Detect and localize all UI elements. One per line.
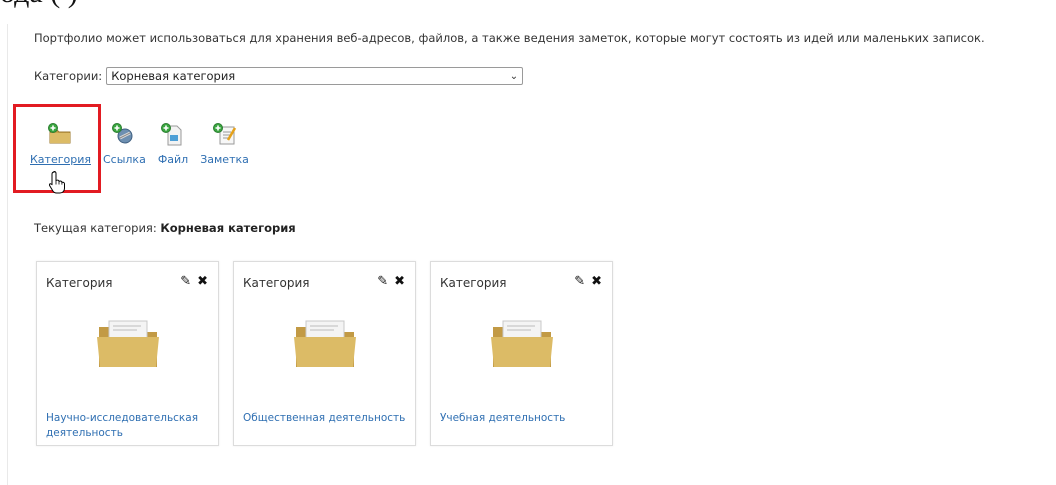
category-link[interactable]: Учебная деятельность — [440, 411, 610, 426]
card-type-label: Категория — [46, 276, 113, 290]
card-tools: ✎ ✖ — [174, 274, 208, 289]
category-link[interactable]: Общественная деятельность — [243, 411, 413, 426]
edit-pencil-icon[interactable]: ✎ — [574, 274, 585, 289]
current-category-value: Корневая категория — [160, 221, 296, 235]
category-select-value: Корневая категория — [111, 69, 236, 83]
add-folder-icon — [48, 123, 71, 144]
category-selector-row: Категории: Корневая категория ⌄ — [34, 67, 524, 85]
hand-cursor-icon — [49, 170, 65, 194]
left-divider — [7, 24, 8, 485]
add-category-button[interactable]: Категория — [30, 122, 91, 166]
folder-icon — [491, 320, 553, 367]
add-note-button[interactable]: Заметка — [200, 122, 249, 166]
folder-icon — [294, 320, 356, 367]
card-tools: ✎ ✖ — [371, 274, 405, 289]
category-card: Категория ✎ ✖ Учебная деятельность — [430, 261, 613, 446]
delete-x-icon[interactable]: ✖ — [197, 274, 208, 289]
page-heading-fragment: ода ( ) — [0, 0, 1056, 12]
add-note-icon — [212, 123, 236, 145]
edit-pencil-icon[interactable]: ✎ — [180, 274, 191, 289]
card-tools: ✎ ✖ — [568, 274, 602, 289]
action-label: Ссылка — [102, 153, 146, 166]
category-card: Категория ✎ ✖ Общественная деятельность — [233, 261, 416, 446]
category-label: Категории: — [34, 69, 103, 83]
add-link-button[interactable]: Ссылка — [103, 122, 146, 166]
action-label: Файл — [157, 153, 189, 166]
add-link-icon — [112, 123, 133, 144]
category-cards: Категория ✎ ✖ Научно-исследовательская д… — [36, 261, 627, 446]
delete-x-icon[interactable]: ✖ — [394, 274, 405, 289]
category-card: Категория ✎ ✖ Научно-исследовательская д… — [36, 261, 219, 446]
add-file-button[interactable]: Файл — [158, 122, 188, 166]
category-select[interactable]: Корневая категория ⌄ — [106, 67, 524, 85]
action-label: Заметка — [200, 153, 249, 166]
category-link[interactable]: Научно-исследовательская деятельность — [46, 411, 216, 441]
delete-x-icon[interactable]: ✖ — [591, 274, 602, 289]
folder-icon — [97, 320, 159, 367]
card-type-label: Категория — [243, 276, 310, 290]
intro-text: Портфолио может использоваться для хране… — [34, 31, 985, 45]
add-file-icon — [161, 123, 182, 146]
edit-pencil-icon[interactable]: ✎ — [377, 274, 388, 289]
card-type-label: Категория — [440, 276, 507, 290]
add-actions-toolbar: Категория Ссылка Файл Заметка — [30, 122, 261, 166]
chevron-down-icon: ⌄ — [509, 70, 519, 82]
action-label: Категория — [30, 153, 91, 166]
current-category-label: Текущая категория: — [34, 221, 157, 235]
current-category: Текущая категория: Корневая категория — [34, 221, 296, 235]
